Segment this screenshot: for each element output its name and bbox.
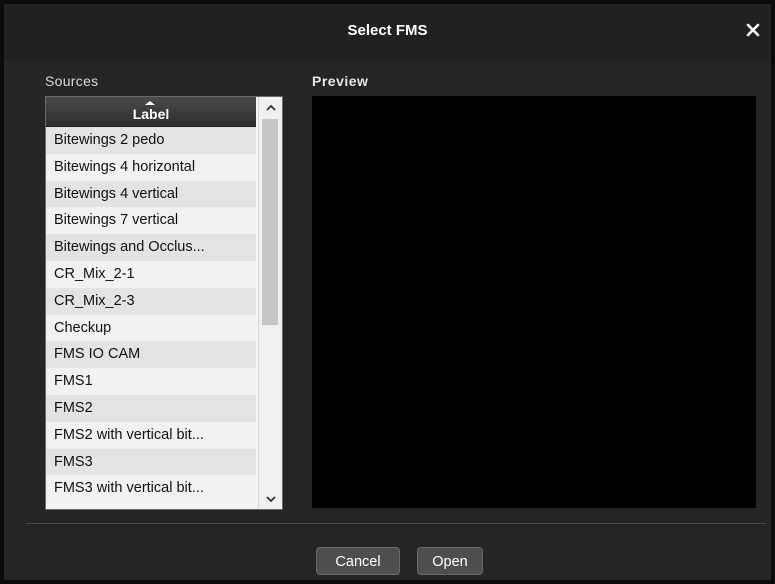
footer-divider [26,523,766,524]
close-button[interactable] [743,20,763,40]
sources-rows: Bitewings 2 pedo Bitewings 4 horizontal … [46,127,256,503]
list-item[interactable]: FMS3 with vertical bit... [46,475,256,503]
sources-list[interactable]: Label Bitewings 2 pedo Bitewings 4 horiz… [45,96,283,510]
scroll-thumb[interactable] [262,119,278,325]
list-item[interactable]: Checkup [46,314,256,342]
list-item[interactable]: Bitewings 2 pedo [46,127,256,154]
list-item[interactable]: FMS3 [46,448,256,476]
preview-pane [312,96,756,508]
column-header-label: Label [132,106,170,122]
preview-label: Preview [312,73,369,89]
dialog-title: Select FMS [347,22,428,39]
cancel-button[interactable]: Cancel [316,547,400,575]
list-item[interactable]: Bitewings 7 vertical [46,207,256,235]
list-item[interactable]: FMS2 [46,394,256,422]
list-item[interactable]: CR_Mix_2-3 [46,287,256,315]
close-icon [746,23,760,37]
scroll-up-button[interactable] [259,97,282,117]
chevron-down-icon [265,495,276,502]
title-bar: Select FMS [4,4,771,60]
sources-scrollbar[interactable] [258,97,282,509]
label-column-header[interactable]: Label [46,97,256,127]
list-item[interactable]: CR_Mix_2-1 [46,260,256,288]
list-item[interactable]: FMS1 [46,368,256,395]
select-fms-dialog: Select FMS Sources Preview Label Bitewin… [0,0,775,584]
open-button[interactable]: Open [417,547,483,575]
scroll-down-button[interactable] [259,489,282,509]
sources-label: Sources [45,73,99,89]
list-item[interactable]: FMS2 with vertical bit... [46,421,256,449]
list-item[interactable]: Bitewings 4 horizontal [46,153,256,181]
list-item[interactable]: Bitewings 4 vertical [46,180,256,208]
list-item[interactable]: Bitewings and Occlus... [46,234,256,261]
list-item[interactable]: FMS IO CAM [46,341,256,369]
chevron-up-icon [265,104,276,111]
